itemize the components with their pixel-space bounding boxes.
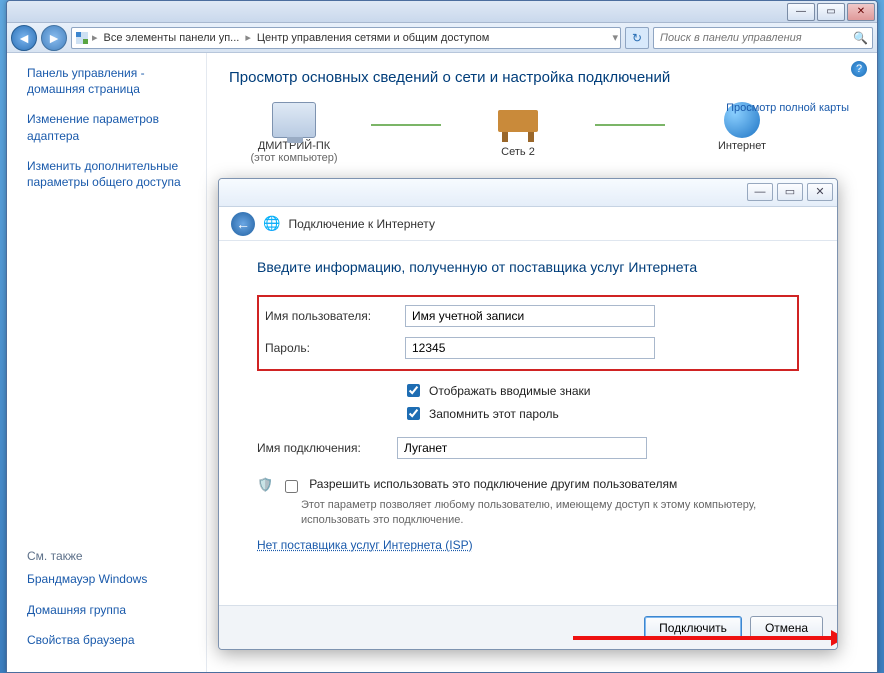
remember-password-label: Запомнить этот пароль (429, 407, 559, 421)
nav-forward-button[interactable]: ► (41, 25, 67, 51)
wizard-footer: Подключить Отмена (219, 605, 837, 649)
nav-row: ◄ ► ▸ Все элементы панели уп... ▸ Центр … (7, 23, 877, 53)
allow-others-description: Этот параметр позволяет любому пользоват… (301, 498, 799, 528)
connection-line-icon (595, 102, 665, 146)
no-isp-link[interactable]: Нет поставщика услуг Интернета (ISP) (257, 538, 473, 552)
remember-password-checkbox[interactable] (407, 407, 420, 420)
wizard-body: Введите информацию, полученную от постав… (219, 241, 837, 564)
show-chars-checkbox[interactable] (407, 384, 420, 397)
wizard-back-button[interactable]: ← (231, 212, 255, 236)
computer-icon (272, 102, 316, 138)
sidebar-sharing-link[interactable]: Изменить дополнительные параметры общего… (27, 158, 196, 190)
wizard-titlebar: — ▭ ✕ (219, 179, 837, 207)
search-input[interactable] (658, 31, 849, 45)
search-icon: 🔍 (853, 31, 868, 45)
wizard-close-button[interactable]: ✕ (807, 183, 833, 201)
allow-others-checkbox[interactable] (285, 480, 298, 493)
node-label: Сеть 2 (453, 146, 583, 158)
control-panel-icon (74, 30, 90, 46)
breadcrumb-separator-icon: ▸ (92, 31, 98, 44)
sidebar: Панель управления - домашняя страница Из… (7, 53, 207, 672)
network-icon (498, 110, 538, 132)
password-input[interactable] (405, 337, 655, 359)
minimize-button[interactable]: — (787, 3, 815, 21)
refresh-button[interactable]: ↻ (625, 27, 649, 49)
address-bar[interactable]: ▸ Все элементы панели уп... ▸ Центр упра… (71, 27, 621, 49)
close-button[interactable]: ✕ (847, 3, 875, 21)
maximize-button[interactable]: ▭ (817, 3, 845, 21)
show-chars-label: Отображать вводимые знаки (429, 384, 590, 398)
network-node-pc: ДМИТРИЙ-ПК (этот компьютер) (229, 102, 359, 164)
network-map: ДМИТРИЙ-ПК (этот компьютер) Сеть 2 Интер… (229, 102, 849, 164)
connection-name-label: Имя подключения: (257, 441, 397, 455)
titlebar: — ▭ ✕ (7, 1, 877, 23)
node-sublabel: (этот компьютер) (229, 152, 359, 164)
internet-icon: 🌐 (263, 215, 280, 232)
nav-back-button[interactable]: ◄ (11, 25, 37, 51)
firewall-link[interactable]: Брандмауэр Windows (27, 571, 196, 587)
wizard-minimize-button[interactable]: — (747, 183, 773, 201)
username-label: Имя пользователя: (265, 309, 405, 323)
search-box[interactable]: 🔍 (653, 27, 873, 49)
page-heading: Просмотр основных сведений о сети и наст… (229, 69, 849, 86)
breadcrumb-2[interactable]: Центр управления сетями и общим доступом (253, 32, 493, 44)
username-input[interactable] (405, 305, 655, 327)
dropdown-icon[interactable]: ▾ (612, 31, 618, 44)
sidebar-adapter-link[interactable]: Изменение параметров адаптера (27, 111, 196, 143)
browser-link[interactable]: Свойства браузера (27, 632, 196, 648)
full-map-link[interactable]: Просмотр полной карты (726, 102, 849, 114)
node-label: Интернет (677, 140, 807, 152)
network-node-local: Сеть 2 (453, 102, 583, 158)
wizard-header: ← 🌐 Подключение к Интернету (219, 207, 837, 241)
password-label: Пароль: (265, 341, 405, 355)
shield-icon: 🛡️ (257, 477, 273, 493)
wizard-maximize-button[interactable]: ▭ (777, 183, 803, 201)
wizard-heading: Введите информацию, полученную от постав… (257, 259, 799, 275)
sidebar-home-link[interactable]: Панель управления - домашняя страница (27, 65, 196, 97)
connection-wizard-dialog: — ▭ ✕ ← 🌐 Подключение к Интернету Введит… (218, 178, 838, 650)
breadcrumb-separator-icon: ▸ (245, 31, 251, 44)
breadcrumb-1[interactable]: Все элементы панели уп... (100, 32, 244, 44)
help-icon[interactable]: ? (851, 61, 867, 77)
connection-name-input[interactable] (397, 437, 647, 459)
see-also-heading: См. также (27, 549, 196, 563)
homegroup-link[interactable]: Домашняя группа (27, 602, 196, 618)
allow-others-label: Разрешить использовать это подключение д… (309, 477, 677, 491)
wizard-title: Подключение к Интернету (288, 217, 435, 231)
highlighted-fields: Имя пользователя: Пароль: (257, 295, 799, 371)
connection-line-icon (371, 102, 441, 146)
